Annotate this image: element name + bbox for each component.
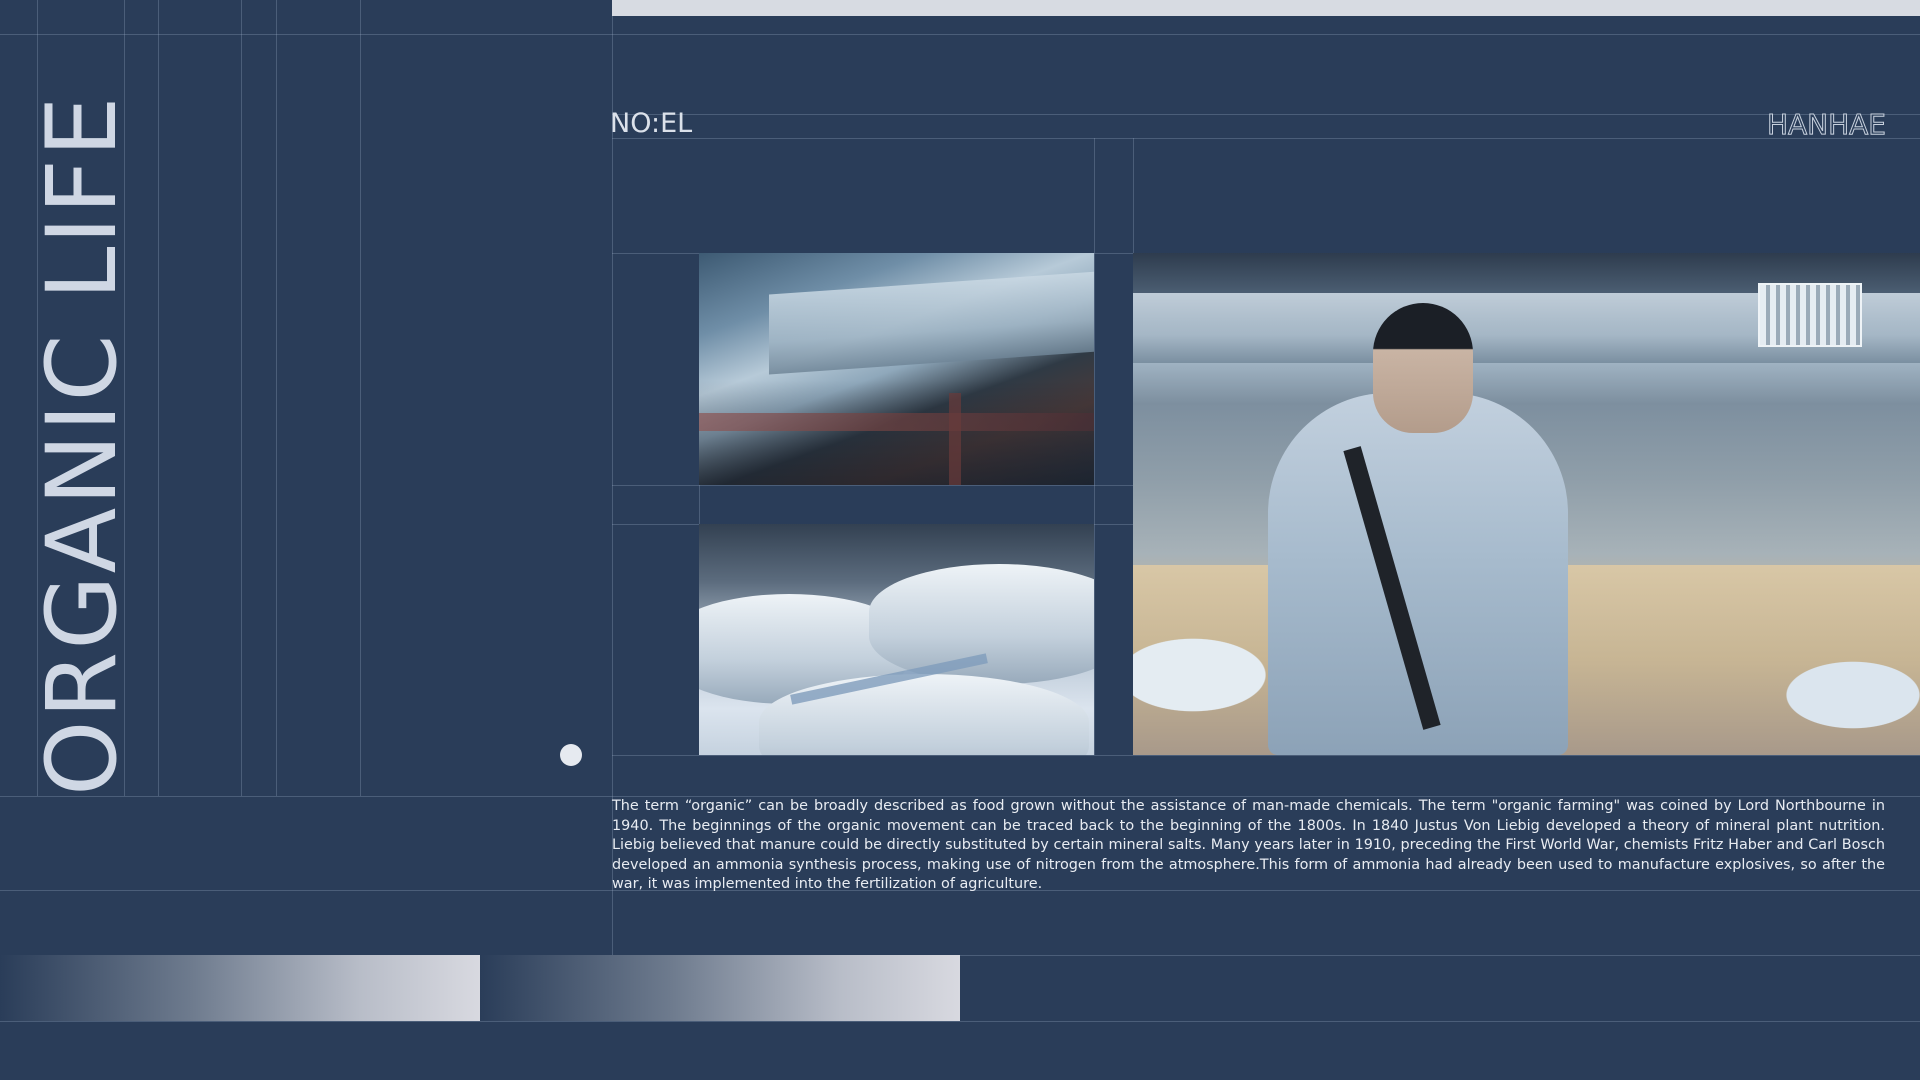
gradient-bar-1 bbox=[0, 955, 480, 1021]
warehouse-ceiling-photo bbox=[699, 253, 1094, 485]
vent-shape bbox=[1758, 283, 1862, 347]
grid-line bbox=[0, 34, 1920, 35]
head-shape bbox=[1373, 303, 1473, 433]
vertical-title: ORGANIC LIFE bbox=[37, 94, 127, 796]
rack-shape bbox=[949, 393, 961, 485]
body-paragraph: The term “organic” can be broadly descri… bbox=[612, 798, 1885, 892]
top-accent-bar bbox=[612, 0, 1920, 16]
grid-line bbox=[612, 755, 1920, 756]
pipe-shape bbox=[699, 413, 1094, 431]
grid-line bbox=[1094, 138, 1095, 755]
portrait-photo bbox=[1133, 253, 1920, 755]
slide-canvas: ORGANIC LIFE NO:EL HANHAE The term “orga… bbox=[0, 0, 1920, 1080]
duct-shape bbox=[769, 271, 1094, 375]
brand-left-label: NO:EL bbox=[610, 108, 693, 139]
grid-line bbox=[612, 485, 1134, 486]
indicator-dot bbox=[560, 744, 582, 766]
brand-right-label: HANHAE bbox=[1766, 108, 1886, 142]
gradient-bar-2 bbox=[480, 955, 960, 1021]
grid-line bbox=[241, 0, 242, 796]
grid-line bbox=[612, 138, 1920, 139]
roll-shape bbox=[869, 564, 1094, 684]
grid-line bbox=[158, 0, 159, 796]
grid-line bbox=[0, 1021, 1920, 1022]
grid-line bbox=[276, 0, 277, 796]
grid-line bbox=[612, 114, 1920, 115]
grid-line bbox=[360, 0, 361, 796]
paper-rolls-photo bbox=[699, 524, 1094, 755]
